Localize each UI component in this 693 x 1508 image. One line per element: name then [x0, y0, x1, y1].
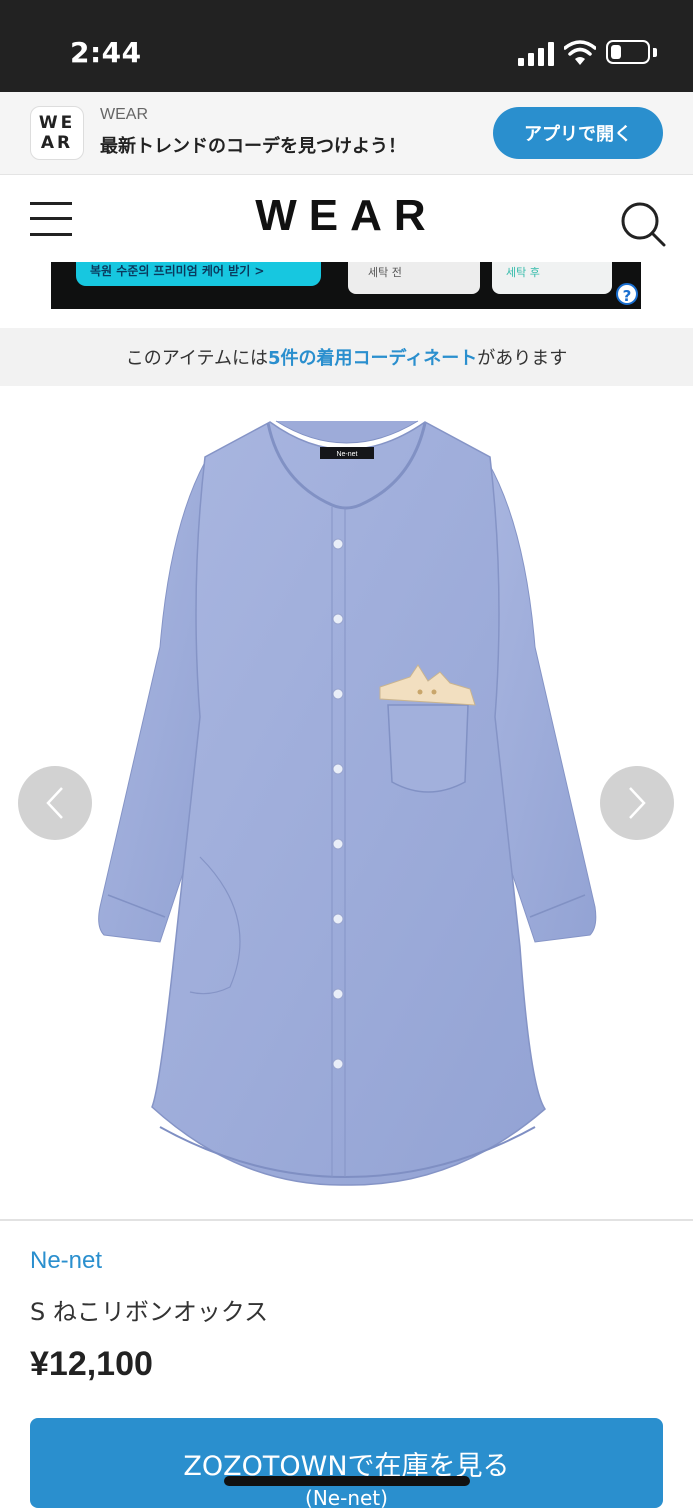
ad-after-card: 세탁 후 [492, 262, 612, 294]
carousel-prev-button[interactable] [18, 766, 92, 840]
coordinate-notice: このアイテムには 5件の着用コーディネート があります [0, 328, 693, 386]
chevron-right-icon [629, 787, 646, 819]
zozotown-stock-button[interactable]: ZOZOTOWNで在庫を見る (Ne-net) [30, 1418, 663, 1508]
open-app-button[interactable]: アプリで開く [493, 107, 663, 159]
site-logo[interactable]: WEAR [0, 191, 693, 241]
status-bar: 2:44 [0, 0, 693, 92]
product-image: Ne-net [0, 387, 693, 1219]
item-price: ¥12,100 [30, 1345, 153, 1383]
search-icon[interactable] [620, 201, 666, 247]
site-header: WEAR [0, 175, 693, 261]
app-name: WEAR [100, 106, 148, 123]
status-time: 2:44 [70, 36, 142, 69]
cellular-signal-icon [518, 42, 554, 66]
wear-app-logo: WE AR [30, 106, 84, 160]
chevron-left-icon [46, 787, 63, 819]
coord-notice-suffix: があります [477, 348, 568, 369]
brand-link[interactable]: Ne-net [30, 1247, 102, 1275]
ad-pill: 복원 수준의 프리미엄 케어 받기 > [76, 262, 321, 286]
coord-count-link[interactable]: 5件の着用コーディネート [268, 344, 477, 370]
garment-tag-text: Ne-net [336, 451, 357, 458]
carousel-next-button[interactable] [600, 766, 674, 840]
battery-icon [606, 40, 650, 64]
section-divider [0, 1219, 693, 1221]
ad-before-card: 세탁 전 [348, 262, 480, 294]
coord-notice-prefix: このアイテムには [125, 348, 268, 369]
shirt-dress-image: Ne-net [98, 420, 597, 1186]
battery-tip [653, 48, 657, 57]
home-indicator [224, 1476, 470, 1486]
app-tagline: 最新トレンドのコーデを見つけよう！ [100, 136, 406, 157]
ad-info-icon[interactable]: ? [616, 283, 638, 305]
item-name: S ねこリボンオックス [30, 1298, 269, 1326]
advertisement-banner[interactable]: 복원 수준의 프리미엄 케어 받기 > 세탁 전 세탁 후 ? [51, 262, 641, 309]
battery-level [611, 45, 621, 59]
zozo-button-sublabel: (Ne-net) [305, 1486, 388, 1508]
wifi-icon [564, 40, 596, 65]
